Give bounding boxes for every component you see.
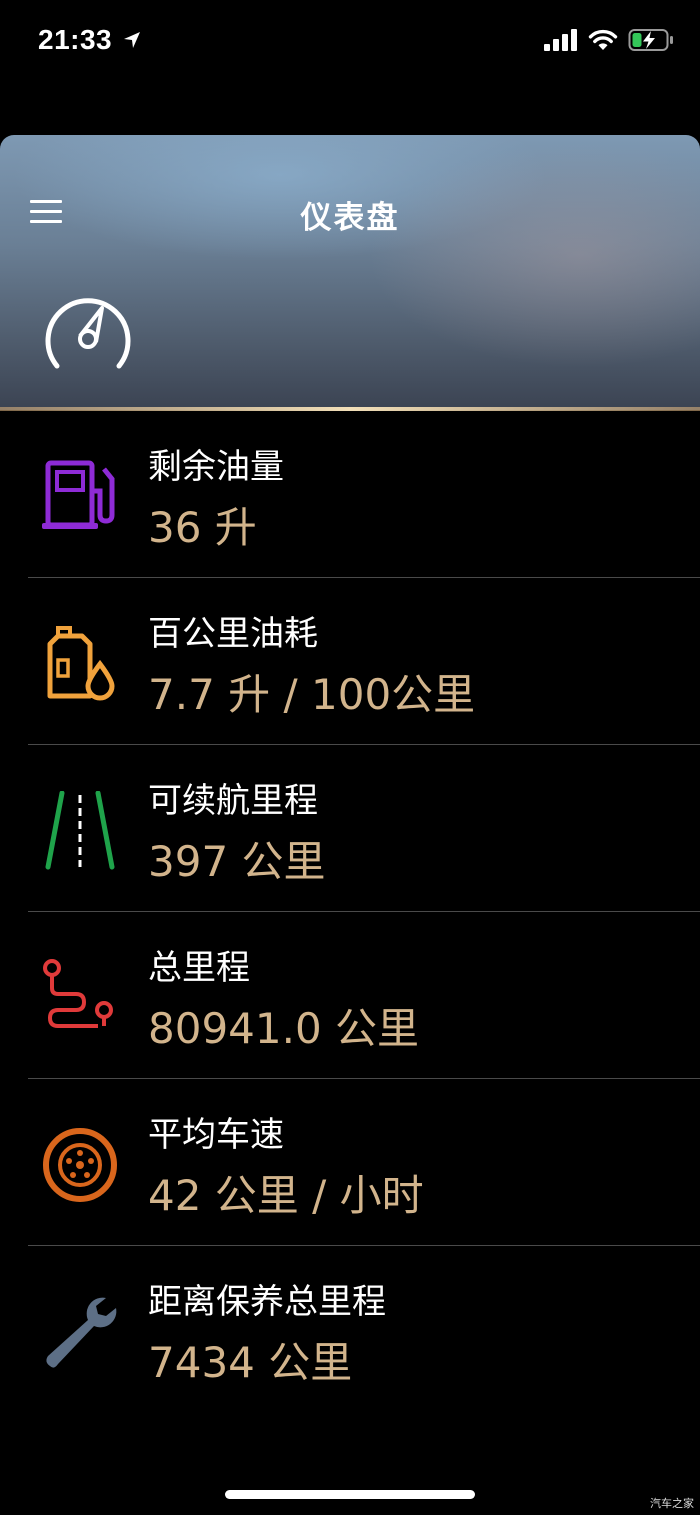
metric-row-fuel-remaining[interactable]: 剩余油量 36 升 [0, 411, 700, 578]
metric-label: 剩余油量 [148, 447, 284, 487]
cellular-signal-icon [544, 29, 577, 51]
watermark: 汽车之家 [650, 1497, 694, 1510]
metric-label: 可续航里程 [148, 781, 318, 821]
metric-label: 百公里油耗 [148, 614, 318, 654]
metric-row-range[interactable]: 可续航里程 397 公里 [0, 745, 700, 912]
wifi-icon [588, 29, 618, 50]
route-path-icon [43, 959, 113, 1028]
status-bar: 21:33 [0, 0, 700, 90]
metric-label: 距离保养总里程 [148, 1282, 386, 1322]
metric-row-total-mileage[interactable]: 总里程 80941.0 公里 [0, 912, 700, 1079]
battery-charging-icon [628, 29, 673, 51]
road-lanes-icon [45, 791, 115, 870]
metric-value: 7.7 升 / 100公里 [148, 670, 476, 719]
metric-value: 42 公里 / 小时 [148, 1171, 424, 1220]
wrench-icon [46, 1297, 117, 1368]
status-icons [544, 28, 674, 52]
metrics-list: 剩余油量 36 升 百公里油耗 7.7 升 / 100公里 可续航里程 397 … [0, 411, 700, 1413]
metric-row-service-distance[interactable]: 距离保养总里程 7434 公里 [0, 1246, 700, 1413]
metric-row-average-speed[interactable]: 平均车速 42 公里 / 小时 [0, 1079, 700, 1246]
page-title: 仪表盘 [300, 200, 400, 236]
metric-label: 平均车速 [148, 1115, 284, 1155]
oil-can-drop-icon [47, 626, 115, 701]
status-time: 21:33 [38, 24, 142, 56]
metric-value: 7434 公里 [148, 1338, 353, 1387]
metric-row-fuel-consumption[interactable]: 百公里油耗 7.7 升 / 100公里 [0, 578, 700, 745]
fuel-pump-icon [42, 460, 115, 529]
speedometer-icon [45, 298, 131, 369]
metric-value: 80941.0 公里 [148, 1004, 420, 1053]
metric-value: 397 公里 [148, 837, 326, 886]
wheel-icon [43, 1128, 117, 1202]
metric-label: 总里程 [148, 948, 250, 988]
home-indicator[interactable] [225, 1490, 475, 1499]
metric-value: 36 升 [148, 503, 257, 552]
location-arrow-icon [124, 32, 141, 48]
